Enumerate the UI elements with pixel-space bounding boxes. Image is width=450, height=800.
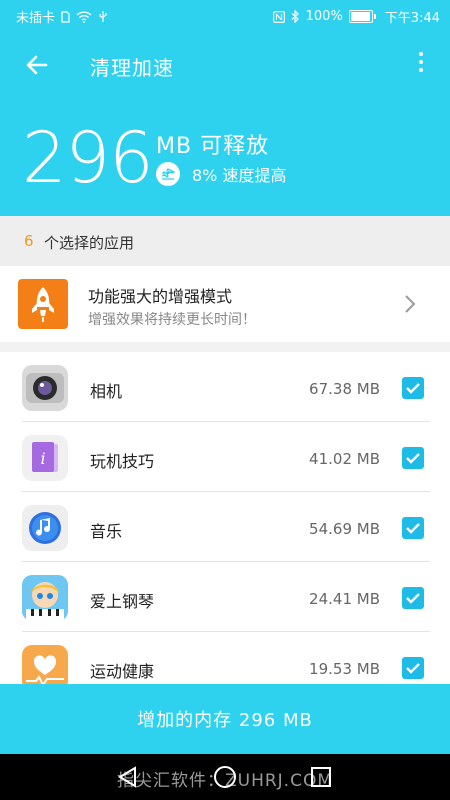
boost-mode-card[interactable]: 功能强大的增强模式 增强效果将持续更长时间！ [0,266,450,342]
app-checkbox[interactable] [402,517,424,539]
app-name: 爱上钢琴 [90,592,155,611]
page-title: 清理加速 [90,56,174,80]
rocket-icon [18,279,68,329]
checkmark-icon [406,523,420,534]
status-bar: 未插卡 100% 下午3:44 [0,0,450,32]
music-app-icon [22,505,68,551]
header-panel: 未插卡 100% 下午3:44 清理加速 296 MB 可释放 8% 速度提高 [0,0,450,216]
app-size: 54.69 MB [309,520,380,538]
carrier-text: 未插卡 [16,11,56,26]
app-size: 24.41 MB [309,590,380,608]
wifi-icon [76,10,92,23]
health-app-icon [22,645,68,684]
list-item[interactable]: 运动健康 19.53 MB [0,632,450,684]
checkmark-icon [406,663,420,674]
app-list: 相机 67.38 MB i 玩机技巧 41.02 MB 音乐 54.69 MB … [0,352,450,684]
selected-label: 个选择的应用 [44,234,135,252]
list-item[interactable]: 爱上钢琴 24.41 MB [0,562,450,632]
plane-icon [156,162,180,186]
tips-app-icon: i [22,435,68,481]
svg-text:i: i [40,449,45,468]
app-size: 19.53 MB [309,660,380,678]
chevron-right-icon [405,295,416,313]
battery-icon [348,10,376,23]
usb-icon [99,11,107,22]
app-size: 67.38 MB [309,380,380,398]
app-checkbox[interactable] [402,587,424,609]
app-checkbox[interactable] [402,657,424,679]
checkmark-icon [406,383,420,394]
checkmark-icon [406,453,420,464]
list-item[interactable]: 相机 67.38 MB [0,352,450,422]
back-button[interactable] [22,50,52,80]
more-vertical-icon [419,52,423,56]
speed-text: 8% 速度提高 [192,166,287,185]
selected-count: 6 [24,232,34,250]
list-item[interactable]: 音乐 54.69 MB [0,492,450,562]
app-checkbox[interactable] [402,447,424,469]
boost-title: 功能强大的增强模式 [88,287,233,306]
camera-app-icon [22,365,68,411]
more-options-button[interactable] [416,52,426,80]
freeable-unit-label: MB 可释放 [156,134,270,159]
list-item[interactable]: i 玩机技巧 41.02 MB [0,422,450,492]
app-name: 玩机技巧 [90,452,155,471]
speed-improvement: 8% 速度提高 [156,162,286,186]
app-size: 41.02 MB [309,450,380,468]
increase-memory-button[interactable]: 增加的内存 296 MB [0,684,450,754]
piano-game-app-icon [22,575,68,621]
boost-subtitle: 增强效果将持续更长时间！ [88,312,256,328]
watermark: 指尖汇软件：ZUHRJ.COM [116,771,334,791]
clock: 下午3:44 [384,11,440,26]
checkmark-icon [406,593,420,604]
divider [0,342,450,352]
freeable-amount: 296 [22,117,154,199]
battery-percent: 100% [305,9,343,24]
arrow-left-icon [26,55,48,75]
selected-apps-header: 6 个选择的应用 [0,216,450,266]
bluetooth-icon [291,10,299,23]
app-name: 运动健康 [90,662,155,681]
app-checkbox[interactable] [402,377,424,399]
app-bar: 清理加速 [0,32,450,98]
app-name: 相机 [90,382,123,401]
app-name: 音乐 [90,522,123,541]
nfc-icon [272,10,285,23]
sim-icon [61,10,70,23]
